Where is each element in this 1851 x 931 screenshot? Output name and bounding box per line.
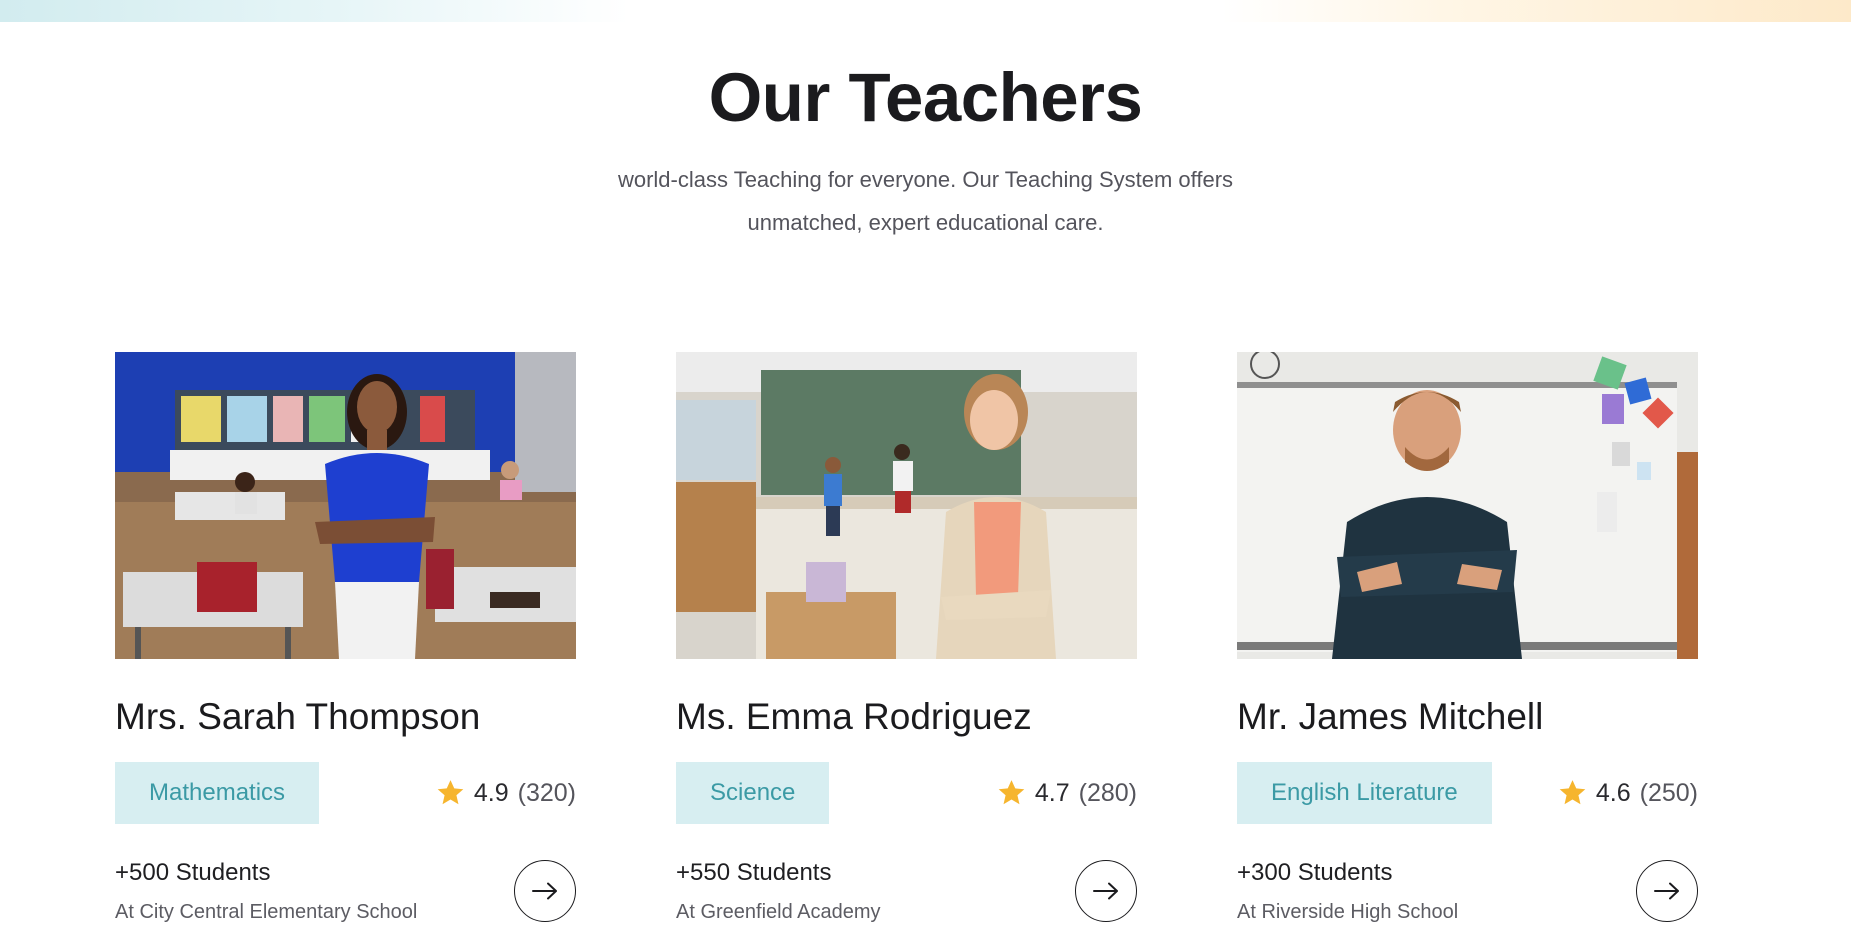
view-teacher-button[interactable]: [1636, 860, 1698, 922]
teacher-name: Mr. James Mitchell: [1237, 696, 1544, 737]
teacher-name: Mrs. Sarah Thompson: [115, 696, 481, 737]
teacher-photo-image: [676, 352, 1137, 659]
subtitle-line-2: unmatched, expert educational care.: [747, 210, 1104, 235]
rating-value: 4.6: [1595, 778, 1631, 807]
teacher-photo: [676, 352, 1137, 659]
student-count: +500 Students: [115, 859, 271, 886]
arrow-right-icon: [532, 882, 557, 900]
section-subtitle: world-class Teaching for everyone. Our T…: [0, 158, 1851, 244]
teacher-photo: [115, 352, 576, 659]
teacher-card: Mr. James Mitchell English Literature 4.…: [1237, 352, 1698, 931]
subject-badge: English Literature: [1237, 762, 1492, 824]
rating-value: 4.9: [473, 778, 509, 807]
teacher-card: Mrs. Sarah Thompson Mathematics 4.9 (320…: [115, 352, 576, 931]
teacher-card: Ms. Emma Rodriguez Science 4.7 (280) +55…: [676, 352, 1137, 931]
top-gradient-strip: [0, 0, 1851, 22]
star-icon: [436, 779, 465, 807]
review-count: (250): [1639, 778, 1698, 807]
review-count: (320): [517, 778, 576, 807]
subtitle-line-1: world-class Teaching for everyone. Our T…: [617, 167, 1234, 192]
school-name: At Riverside High School: [1237, 901, 1459, 923]
teacher-rating: 4.6 (250): [1558, 772, 1698, 814]
star-icon: [997, 779, 1026, 807]
arrow-right-icon: [1654, 882, 1679, 900]
teacher-photo-image: [1237, 352, 1698, 659]
teachers-section: Our Teachers world-class Teaching for ev…: [0, 0, 1851, 931]
student-count: +550 Students: [676, 859, 832, 886]
subject-badge: Science: [676, 762, 830, 824]
school-name: At City Central Elementary School: [115, 901, 418, 923]
teacher-rating: 4.7 (280): [997, 772, 1137, 814]
subject-badge: Mathematics: [115, 762, 320, 824]
arrow-right-icon: [1093, 882, 1118, 900]
star-icon: [1558, 779, 1587, 807]
teacher-name: Ms. Emma Rodriguez: [676, 696, 1032, 737]
teacher-photo-image: [115, 352, 576, 659]
review-count: (280): [1078, 778, 1137, 807]
teacher-photo: [1237, 352, 1698, 659]
rating-value: 4.7: [1034, 778, 1070, 807]
view-teacher-button[interactable]: [1075, 860, 1137, 922]
view-teacher-button[interactable]: [514, 860, 576, 922]
section-title: Our Teachers: [708, 59, 1143, 136]
teacher-rating: 4.9 (320): [436, 772, 576, 814]
school-name: At Greenfield Academy: [676, 901, 881, 923]
student-count: +300 Students: [1237, 859, 1393, 886]
